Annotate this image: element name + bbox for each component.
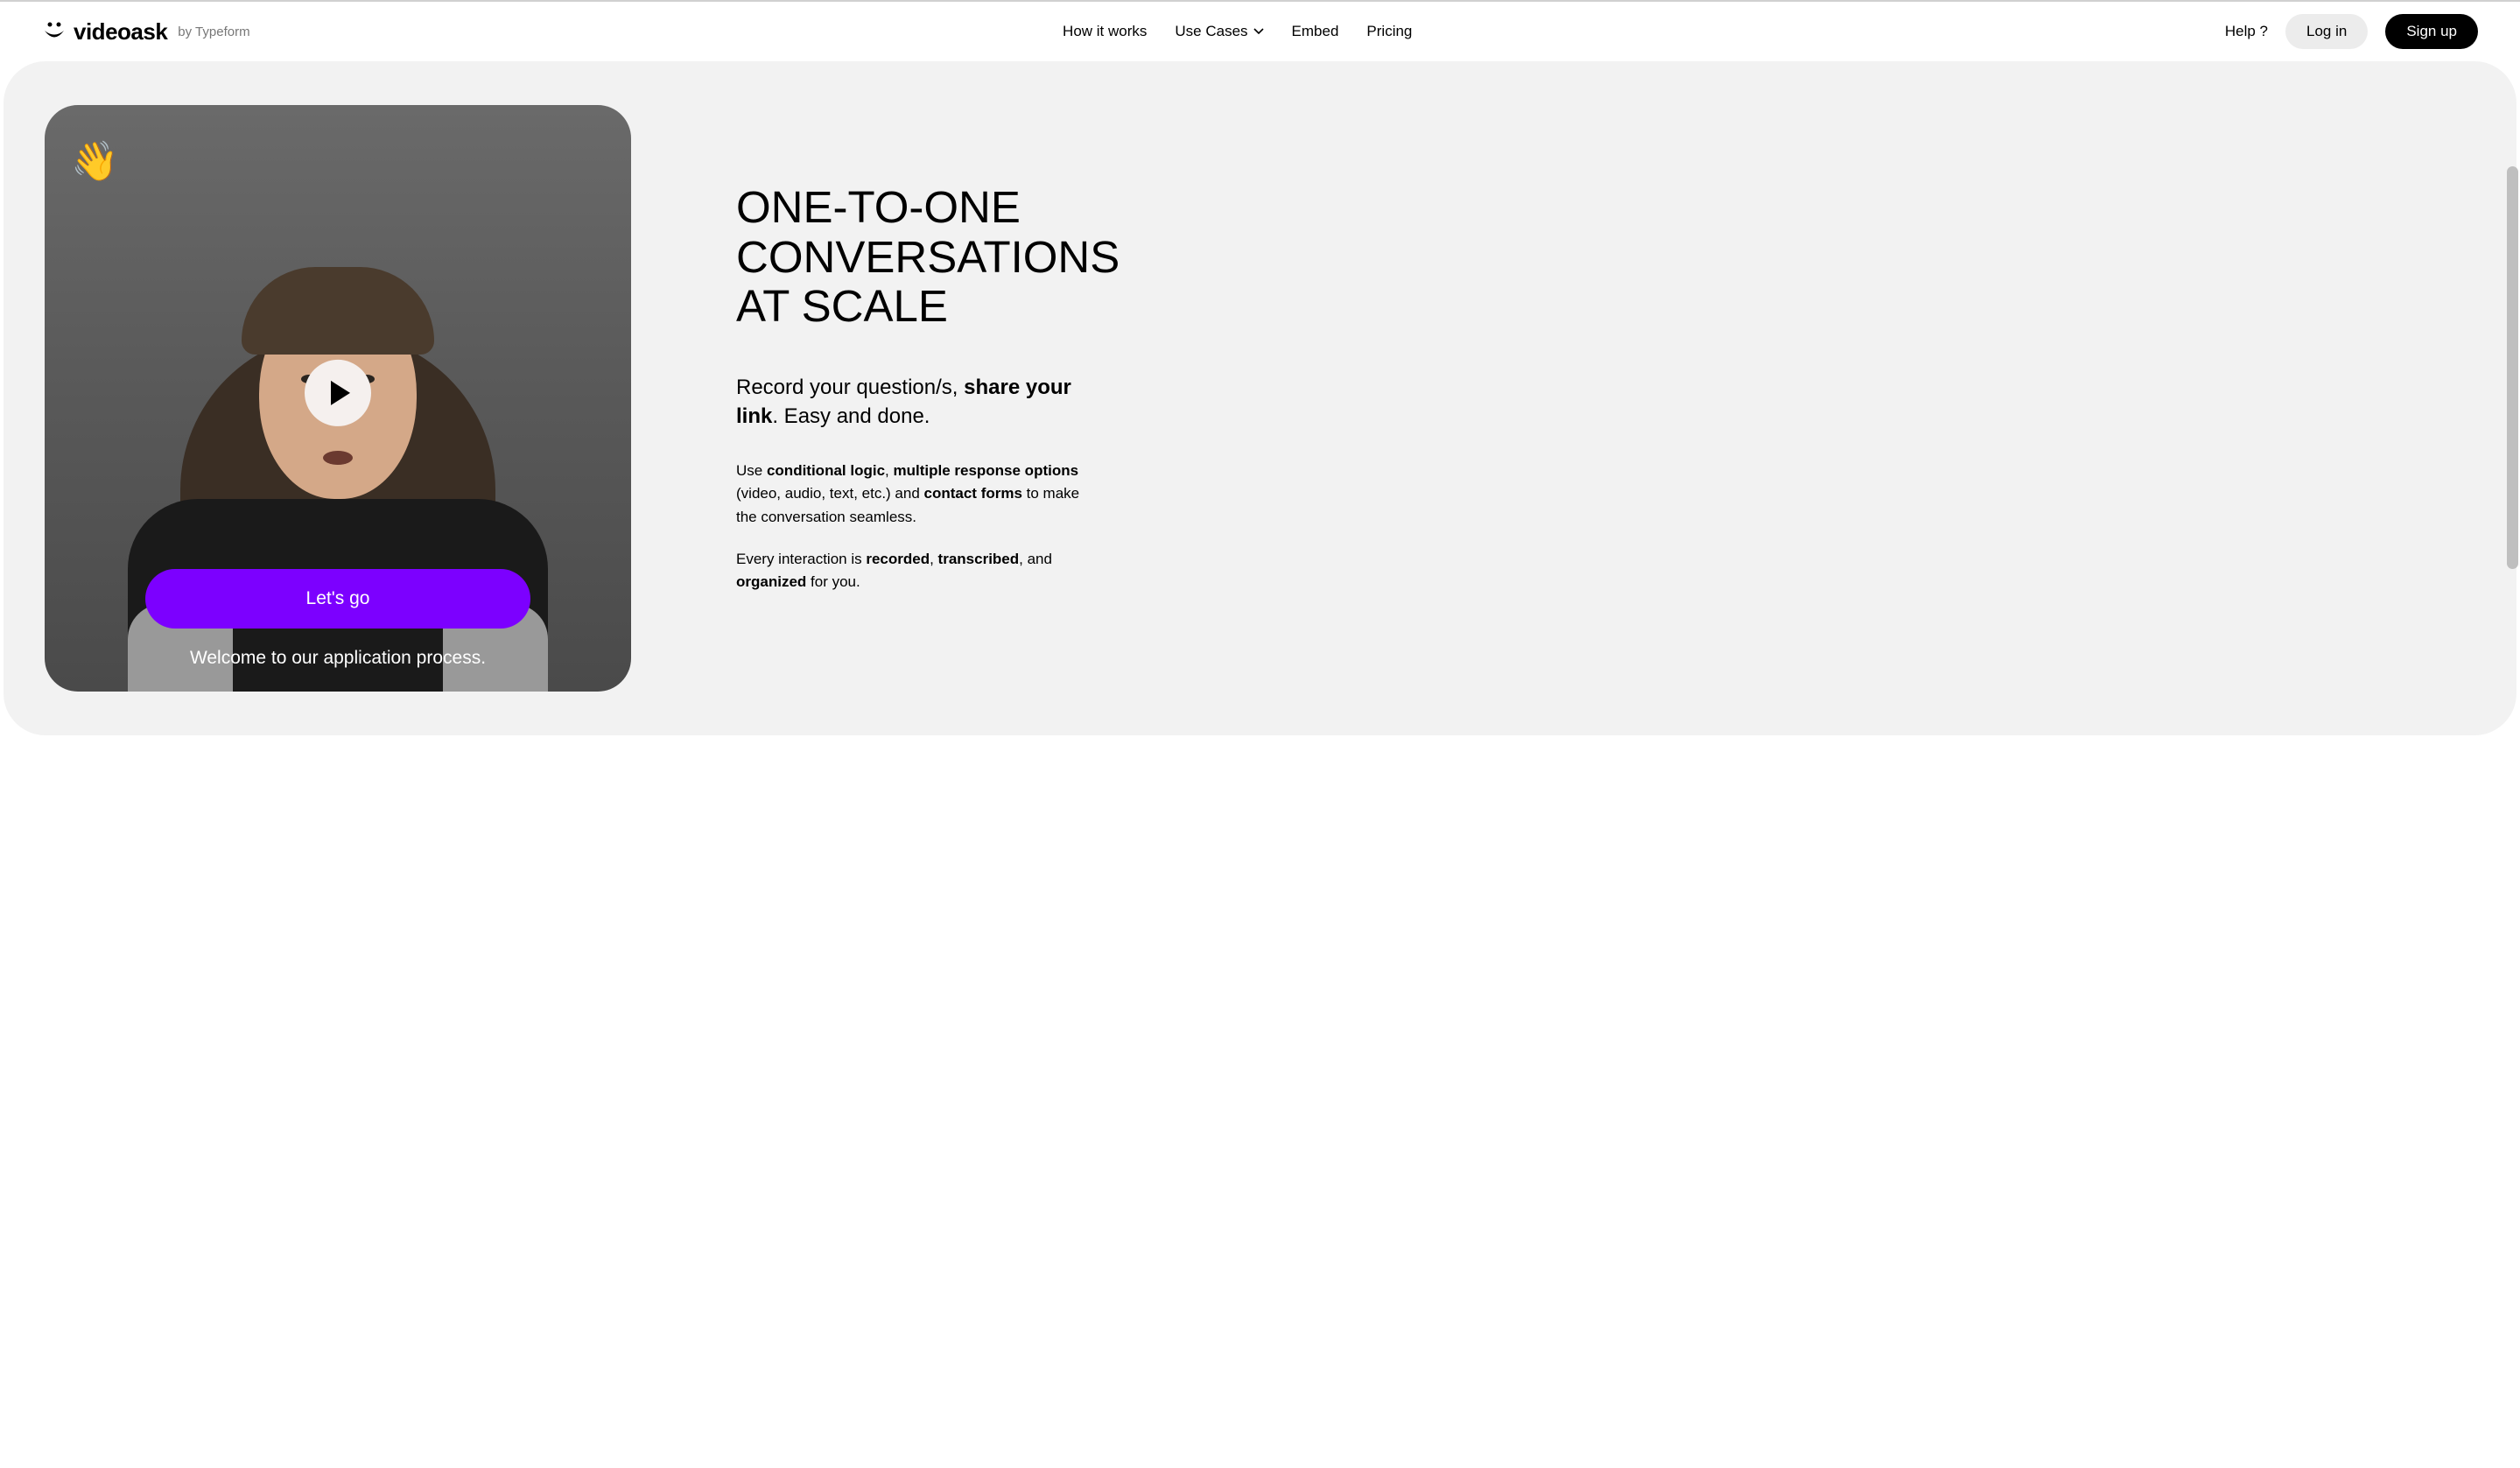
wave-emoji-icon: 👋 bbox=[71, 138, 119, 184]
video-caption: Welcome to our application process. bbox=[190, 648, 486, 669]
lets-go-button[interactable]: Let's go bbox=[145, 569, 530, 629]
hero-text-column: ONE-TO-ONE CONVERSATIONS AT SCALE Record… bbox=[736, 183, 1104, 613]
hero-title: ONE-TO-ONE CONVERSATIONS AT SCALE bbox=[736, 183, 1104, 330]
nav-how-it-works[interactable]: How it works bbox=[1063, 23, 1147, 40]
nav-embed[interactable]: Embed bbox=[1292, 23, 1339, 40]
video-preview-card: 👋 Let's go Welcome to our application pr… bbox=[45, 105, 631, 692]
hero-body-2: Every interaction is recorded, transcrib… bbox=[736, 548, 1104, 594]
hero-subtitle: Record your question/s, share your link.… bbox=[736, 373, 1104, 432]
scrollbar-thumb[interactable] bbox=[2507, 166, 2518, 569]
chevron-down-icon bbox=[1253, 25, 1264, 38]
logo-text: videoask bbox=[74, 18, 167, 46]
login-button[interactable]: Log in bbox=[2285, 14, 2368, 49]
videoask-logo-icon bbox=[42, 19, 67, 44]
logo-byline: by Typeform bbox=[178, 25, 249, 39]
play-icon bbox=[331, 381, 350, 405]
hero-body-1: Use conditional logic, multiple response… bbox=[736, 460, 1104, 529]
hero-section: 👋 Let's go Welcome to our application pr… bbox=[4, 61, 2516, 735]
scrollbar-track[interactable] bbox=[2506, 0, 2520, 1468]
main-header: videoask by Typeform How it works Use Ca… bbox=[0, 2, 2520, 61]
play-button[interactable] bbox=[305, 360, 371, 426]
nav-use-cases[interactable]: Use Cases bbox=[1175, 23, 1263, 40]
logo-area[interactable]: videoask by Typeform bbox=[42, 18, 250, 46]
nav-right: Help ? Log in Sign up bbox=[2225, 14, 2478, 49]
primary-nav: How it works Use Cases Embed Pricing bbox=[1063, 23, 1412, 40]
signup-button[interactable]: Sign up bbox=[2385, 14, 2478, 49]
help-link[interactable]: Help ? bbox=[2225, 23, 2268, 40]
nav-pricing[interactable]: Pricing bbox=[1366, 23, 1412, 40]
